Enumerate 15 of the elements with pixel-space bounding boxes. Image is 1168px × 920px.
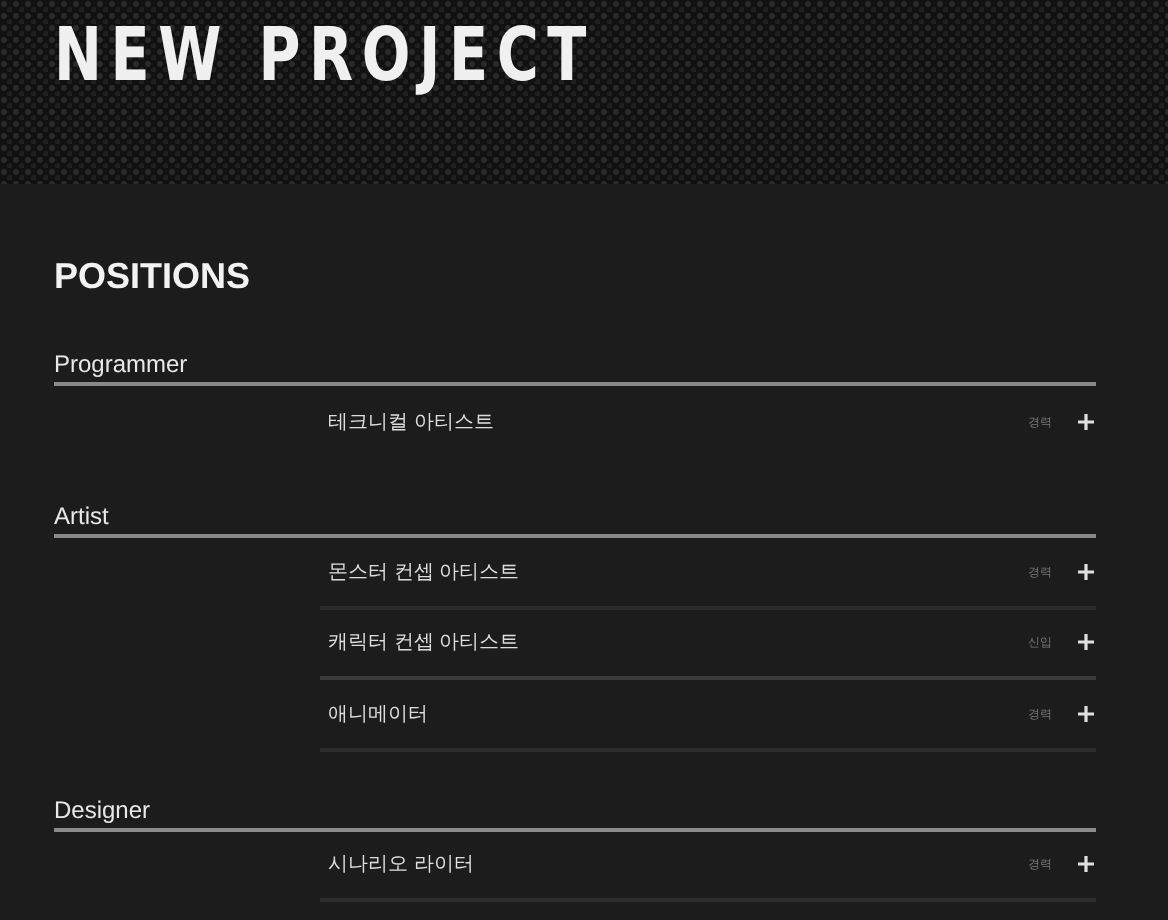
position-title: 애니메이터 bbox=[326, 701, 430, 728]
group-heading: Designer bbox=[54, 795, 151, 823]
group-heading: Artist bbox=[54, 502, 109, 530]
position-title: 시나리오 라이터 bbox=[326, 852, 476, 879]
group-heading: Programmer bbox=[54, 350, 188, 378]
plus-icon[interactable] bbox=[1078, 563, 1094, 580]
plus-icon[interactable] bbox=[1078, 413, 1094, 430]
section-heading: POSITIONS bbox=[54, 256, 253, 296]
plus-icon[interactable] bbox=[1078, 634, 1094, 651]
position-title: 캐릭터 컨셉 아티스트 bbox=[326, 630, 522, 657]
page-title: NEW PROJECT bbox=[54, 12, 595, 98]
plus-icon[interactable] bbox=[1078, 856, 1094, 873]
position-title: 테크니컬 아티스트 bbox=[326, 409, 496, 436]
plus-icon[interactable] bbox=[1078, 705, 1094, 722]
position-title: 몬스터 컨셉 아티스트 bbox=[326, 559, 522, 586]
